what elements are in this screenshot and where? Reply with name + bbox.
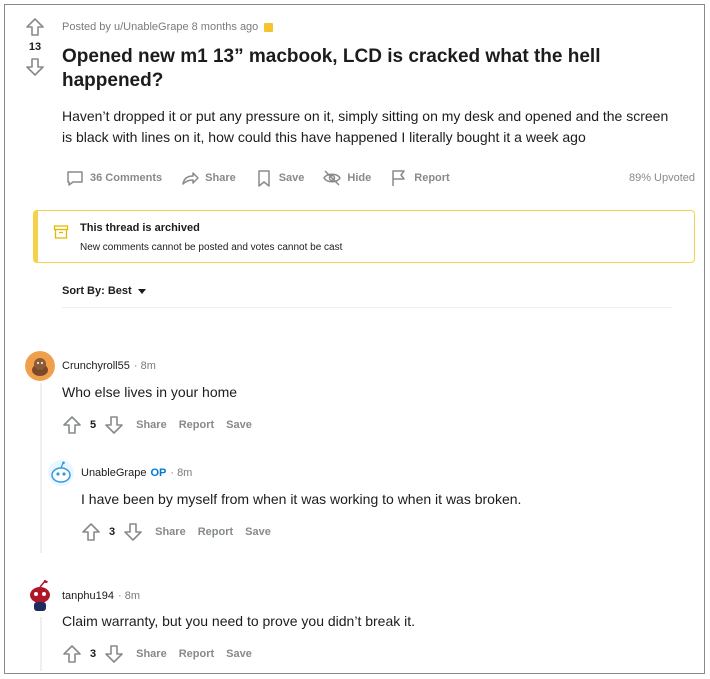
comment-meta: tanphu194 · 8m [62, 590, 140, 602]
archived-subtitle: New comments cannot be posted and votes … [80, 242, 343, 253]
downvote-icon[interactable] [104, 415, 124, 435]
comment-share-button[interactable]: Share [155, 526, 186, 538]
avatar-image-icon [25, 579, 55, 613]
upvote-icon[interactable] [62, 415, 82, 435]
report-label: Report [414, 172, 450, 184]
comment-author[interactable]: UnableGrape [81, 467, 146, 479]
comment-text: Who else lives in your home [62, 384, 238, 400]
comment-actions: 3 Share Report Save [62, 644, 252, 664]
comment-score: 3 [90, 648, 97, 660]
thread-line[interactable] [40, 383, 42, 553]
downvote-icon[interactable] [123, 522, 143, 542]
comment-time: · 8m [170, 467, 193, 479]
post-title: Opened new m1 13” macbook, LCD is cracke… [62, 46, 601, 91]
avatar[interactable] [25, 351, 55, 381]
comment-time: · 8m [118, 590, 140, 602]
post-page: 13 Posted by u/UnableGrape 8 months ago … [4, 4, 705, 674]
avatar-image-icon [48, 460, 74, 486]
comment-author[interactable]: tanphu194 [62, 590, 114, 602]
share-label: Share [205, 172, 236, 184]
comment-save-button[interactable]: Save [226, 648, 252, 660]
post-vote-column: 13 [20, 17, 50, 77]
comment-text: I have been by myself from when it was w… [81, 491, 522, 507]
comment-meta: UnableGrape OP · 8m [81, 467, 192, 479]
avatar[interactable] [48, 460, 74, 486]
comment-score: 5 [90, 419, 97, 431]
downvote-icon[interactable] [104, 644, 124, 664]
post-score: 13 [28, 41, 42, 53]
upvote-icon[interactable] [62, 644, 82, 664]
save-label: Save [278, 172, 305, 184]
comment-score: 3 [109, 526, 116, 538]
comment-report-button[interactable]: Report [179, 419, 214, 431]
award-icon [264, 22, 274, 32]
post-meta: Posted by u/UnableGrape 8 months ago [62, 21, 274, 33]
comment-actions: 3 Share Report Save [81, 522, 271, 542]
avatar[interactable] [25, 579, 55, 613]
comment-time: · 8m [133, 360, 156, 372]
hide-icon [323, 170, 342, 186]
upvote-ratio: 89% Upvoted [628, 172, 695, 184]
comment-share-button[interactable]: Share [136, 648, 167, 660]
archived-title: This thread is archived [80, 222, 200, 234]
op-badge: OP [150, 467, 167, 479]
bookmark-icon [257, 170, 270, 187]
downvote-icon[interactable] [25, 57, 45, 77]
comment-report-button[interactable]: Report [198, 526, 233, 538]
flag-icon [392, 170, 406, 186]
thread-line[interactable] [40, 617, 42, 671]
comment-save-button[interactable]: Save [226, 419, 252, 431]
share-button[interactable]: Share [180, 168, 236, 188]
post-action-bar: 36 Comments Share Save Hide Report 89% U… [65, 165, 695, 191]
archive-icon [53, 225, 69, 239]
comment-actions: 5 Share Report Save [62, 415, 252, 435]
comments-label: 36 Comments [90, 172, 163, 184]
hide-button[interactable]: Hide [322, 168, 371, 188]
caret-down-icon [137, 288, 146, 294]
save-button[interactable]: Save [254, 168, 305, 188]
divider [62, 307, 672, 308]
comment-share-button[interactable]: Share [136, 419, 167, 431]
sort-dropdown[interactable]: Sort By: Best [62, 285, 146, 297]
comment-save-button[interactable]: Save [245, 526, 271, 538]
comment-icon [67, 171, 83, 186]
upvote-icon[interactable] [81, 522, 101, 542]
upvote-icon[interactable] [25, 17, 45, 37]
sort-label: Sort By: Best [62, 285, 132, 297]
post-body: Haven’t dropped it or put any pressure o… [62, 108, 669, 145]
report-button[interactable]: Report [389, 168, 450, 188]
comment-meta: Crunchyroll55 · 8m [62, 360, 156, 372]
comments-button[interactable]: 36 Comments [65, 168, 162, 188]
comment-text: Claim warranty, but you need to prove yo… [62, 613, 416, 629]
comment-author[interactable]: Crunchyroll55 [62, 360, 130, 372]
comment-report-button[interactable]: Report [179, 648, 214, 660]
post-author-line[interactable]: Posted by u/UnableGrape 8 months ago [62, 21, 258, 33]
avatar-image-icon [25, 351, 55, 381]
hide-label: Hide [347, 172, 372, 184]
share-icon [182, 172, 199, 185]
archived-notice: This thread is archived New comments can… [33, 210, 695, 263]
